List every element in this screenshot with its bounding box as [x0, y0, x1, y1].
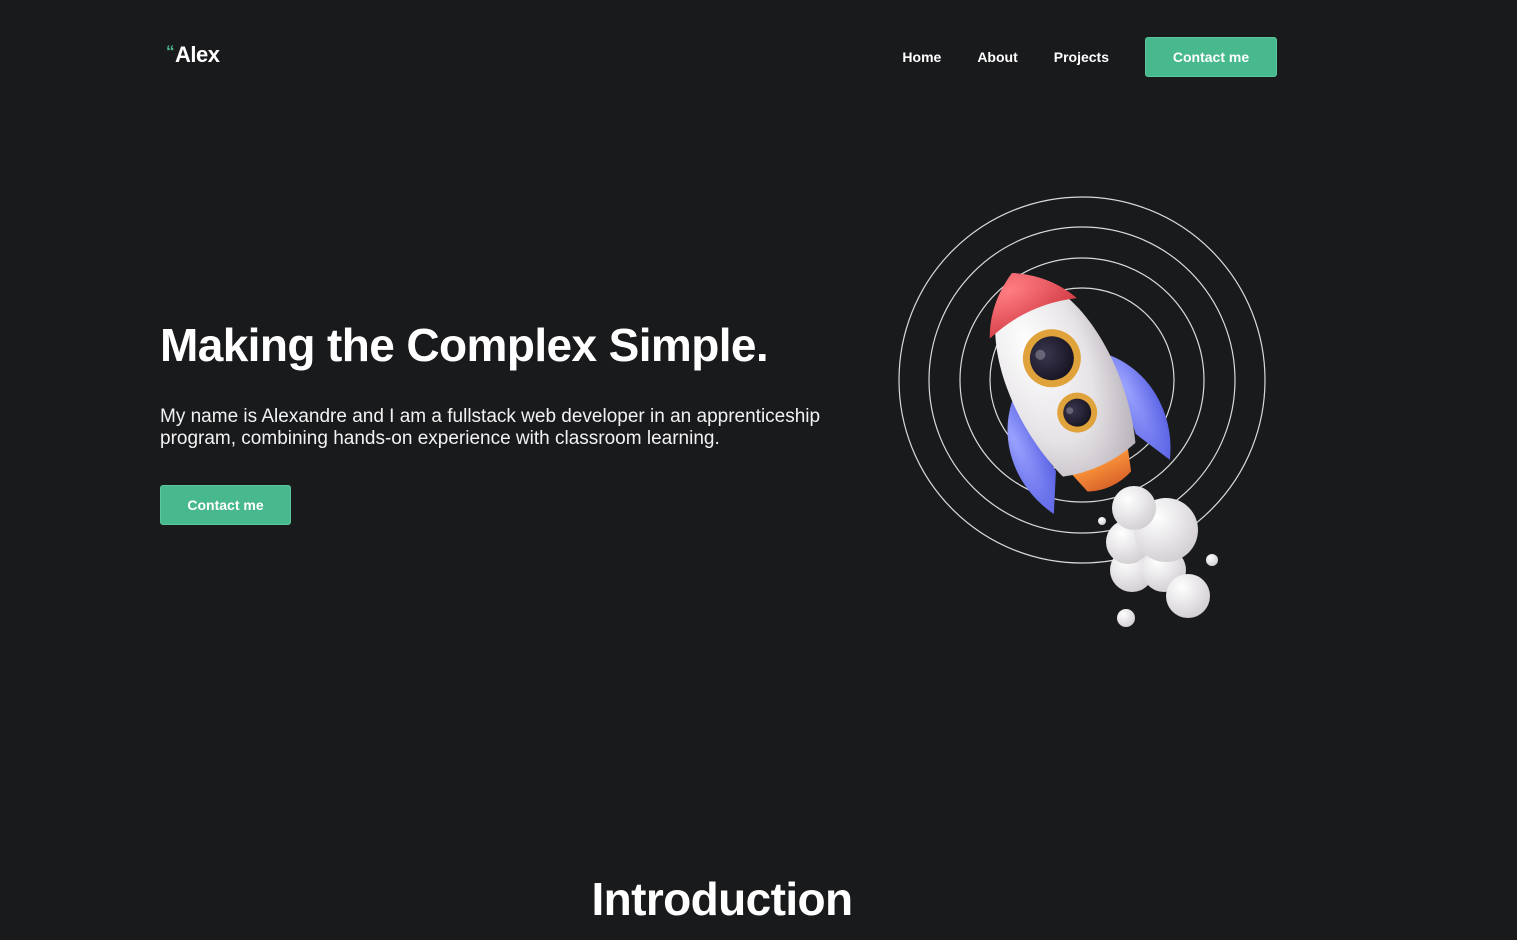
nav-projects-link[interactable]: Projects — [1054, 49, 1109, 65]
introduction-title: Introduction — [591, 873, 853, 925]
nav-about-link[interactable]: About — [977, 49, 1017, 65]
rocket — [989, 273, 1171, 514]
header-contact-button[interactable]: Contact me — [1145, 37, 1277, 77]
nav-home-link[interactable]: Home — [902, 49, 941, 65]
logo-name: Alex — [175, 42, 220, 67]
hero-title: Making the Complex Simple. — [160, 319, 769, 371]
hero-description: My name is Alexandre and I am a fullstac… — [160, 406, 821, 449]
logo[interactable]: “ Alex — [166, 40, 220, 70]
smoke-cloud — [1098, 486, 1218, 627]
hero-contact-button[interactable]: Contact me — [160, 485, 291, 525]
logo-quote-mark: “ — [166, 42, 175, 61]
rocket-illustration — [898, 196, 1266, 627]
main-nav: Home About Projects Contact me — [902, 37, 1277, 77]
page: “ Alex Home About Projects Contact me Ma… — [0, 0, 1517, 940]
